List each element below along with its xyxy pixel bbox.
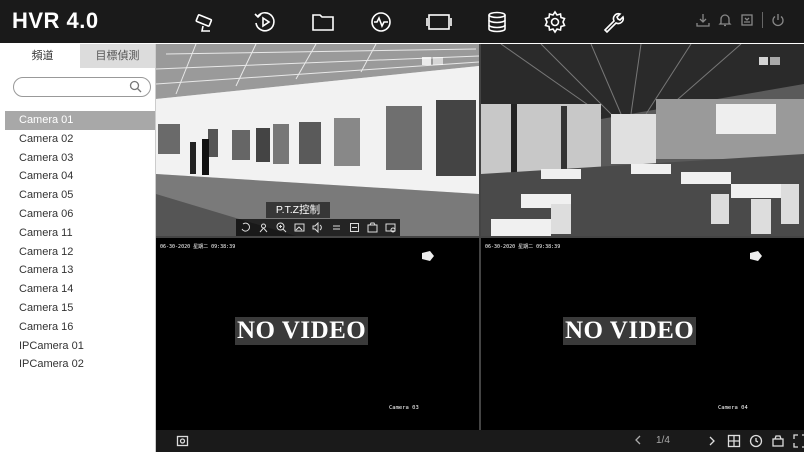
separator	[762, 12, 763, 28]
stream-icon[interactable]	[331, 222, 342, 233]
status-icons	[696, 12, 785, 28]
audio-icon[interactable]	[312, 222, 323, 233]
search-input[interactable]	[22, 79, 126, 95]
top-toolbar: HVR 4.0	[0, 0, 804, 43]
app-title: HVR 4.0	[12, 8, 99, 33]
page-indicator: 1/4	[656, 434, 670, 446]
instant-playback-icon[interactable]	[240, 222, 251, 233]
video-tile-4[interactable]: 06-30-2020 星期二 09:38:39 NO VIDEO Camera …	[481, 238, 804, 430]
camera-list: Camera 01 Camera 02 Camera 03 Camera 04 …	[5, 111, 155, 374]
folder-icon[interactable]	[294, 9, 352, 35]
osd-camera-name: Camera 03	[389, 405, 419, 411]
main-menu	[178, 9, 642, 35]
view-controls	[705, 434, 804, 448]
camera-item-02[interactable]: Camera 02	[5, 130, 155, 149]
power-icon[interactable]	[771, 13, 785, 27]
channel-status-icon	[422, 251, 434, 261]
camera-icon[interactable]	[178, 9, 236, 35]
image-icon[interactable]	[294, 222, 305, 233]
camera-item-12[interactable]: Camera 12	[5, 243, 155, 262]
camera-item-13[interactable]: Camera 13	[5, 261, 155, 280]
sidebar-tabs: 頻道 目標偵測	[5, 44, 155, 68]
record-icon[interactable]	[349, 222, 360, 233]
zoom-icon[interactable]	[276, 222, 287, 233]
channel-status-icon	[750, 251, 762, 261]
capture-icon[interactable]	[385, 222, 396, 233]
video-tile-2[interactable]	[481, 44, 804, 236]
layout-grid-icon[interactable]	[727, 434, 741, 448]
camera-item-15[interactable]: Camera 15	[5, 299, 155, 318]
grid-divider	[156, 236, 804, 238]
bottom-toolbar: 1/4	[156, 430, 804, 452]
snapshot-icon[interactable]	[367, 222, 378, 233]
alarm-icon[interactable]	[740, 13, 754, 27]
no-video-message: NO VIDEO	[563, 317, 697, 345]
maintenance-icon[interactable]	[584, 9, 642, 35]
next-page-icon[interactable]	[705, 434, 719, 448]
bell-icon[interactable]	[718, 13, 732, 27]
camera-item-03[interactable]: Camera 03	[5, 149, 155, 168]
ipcamera-item-02[interactable]: IPCamera 02	[5, 355, 155, 374]
camera-item-06[interactable]: Camera 06	[5, 205, 155, 224]
camera-status-icon	[422, 57, 443, 65]
tile-toolbar	[236, 219, 400, 236]
fullscreen-icon[interactable]	[793, 434, 804, 448]
osd-camera-name: Camera 04	[718, 405, 748, 411]
video-tile-1[interactable]: P.T.Z控制	[156, 44, 479, 236]
search-icon[interactable]	[129, 80, 142, 93]
tab-target-detection[interactable]: 目標偵測	[80, 44, 155, 68]
fullscreen-channel-icon[interactable]	[176, 435, 189, 447]
playback-mode-icon[interactable]	[749, 434, 763, 448]
camera-item-11[interactable]: Camera 11	[5, 224, 155, 243]
screen-icon[interactable]	[410, 9, 468, 35]
analytics-icon[interactable]	[352, 9, 410, 35]
video-tile-3[interactable]: 06-30-2020 星期二 09:38:39 NO VIDEO Camera …	[156, 238, 479, 430]
ipcamera-item-01[interactable]: IPCamera 01	[5, 337, 155, 356]
osd-timestamp: 06-30-2020 星期二 09:38:39	[160, 244, 236, 250]
sequence-icon[interactable]	[771, 434, 785, 448]
live-view-grid: P.T.Z控制 06-30-2020 星期二 09:38:39 NO VIDEO…	[156, 44, 804, 430]
camera-item-01[interactable]: Camera 01	[5, 111, 155, 130]
no-video-message: NO VIDEO	[235, 317, 369, 345]
settings-icon[interactable]	[526, 9, 584, 35]
ptz-control-label[interactable]: P.T.Z控制	[266, 202, 330, 218]
camera-status-icon	[759, 57, 780, 65]
playback-icon[interactable]	[236, 9, 294, 35]
camera-item-05[interactable]: Camera 05	[5, 186, 155, 205]
camera-item-14[interactable]: Camera 14	[5, 280, 155, 299]
camera-item-16[interactable]: Camera 16	[5, 318, 155, 337]
osd-timestamp: 06-30-2020 星期二 09:38:39	[485, 244, 561, 250]
restaurant-scene	[481, 44, 804, 236]
storage-icon[interactable]	[468, 9, 526, 35]
ptz-icon[interactable]	[258, 222, 269, 233]
hvr-app: HVR 4.0 頻道 目標偵測 Camera 01 Camera 02 Came…	[0, 0, 804, 452]
page-navigation: 1/4	[632, 434, 670, 446]
download-icon[interactable]	[696, 13, 710, 27]
camera-item-04[interactable]: Camera 04	[5, 167, 155, 186]
previous-page-icon[interactable]	[632, 434, 644, 446]
channel-sidebar: 頻道 目標偵測 Camera 01 Camera 02 Camera 03 Ca…	[5, 44, 156, 452]
search-box	[13, 77, 151, 97]
tab-channel[interactable]: 頻道	[5, 44, 80, 68]
